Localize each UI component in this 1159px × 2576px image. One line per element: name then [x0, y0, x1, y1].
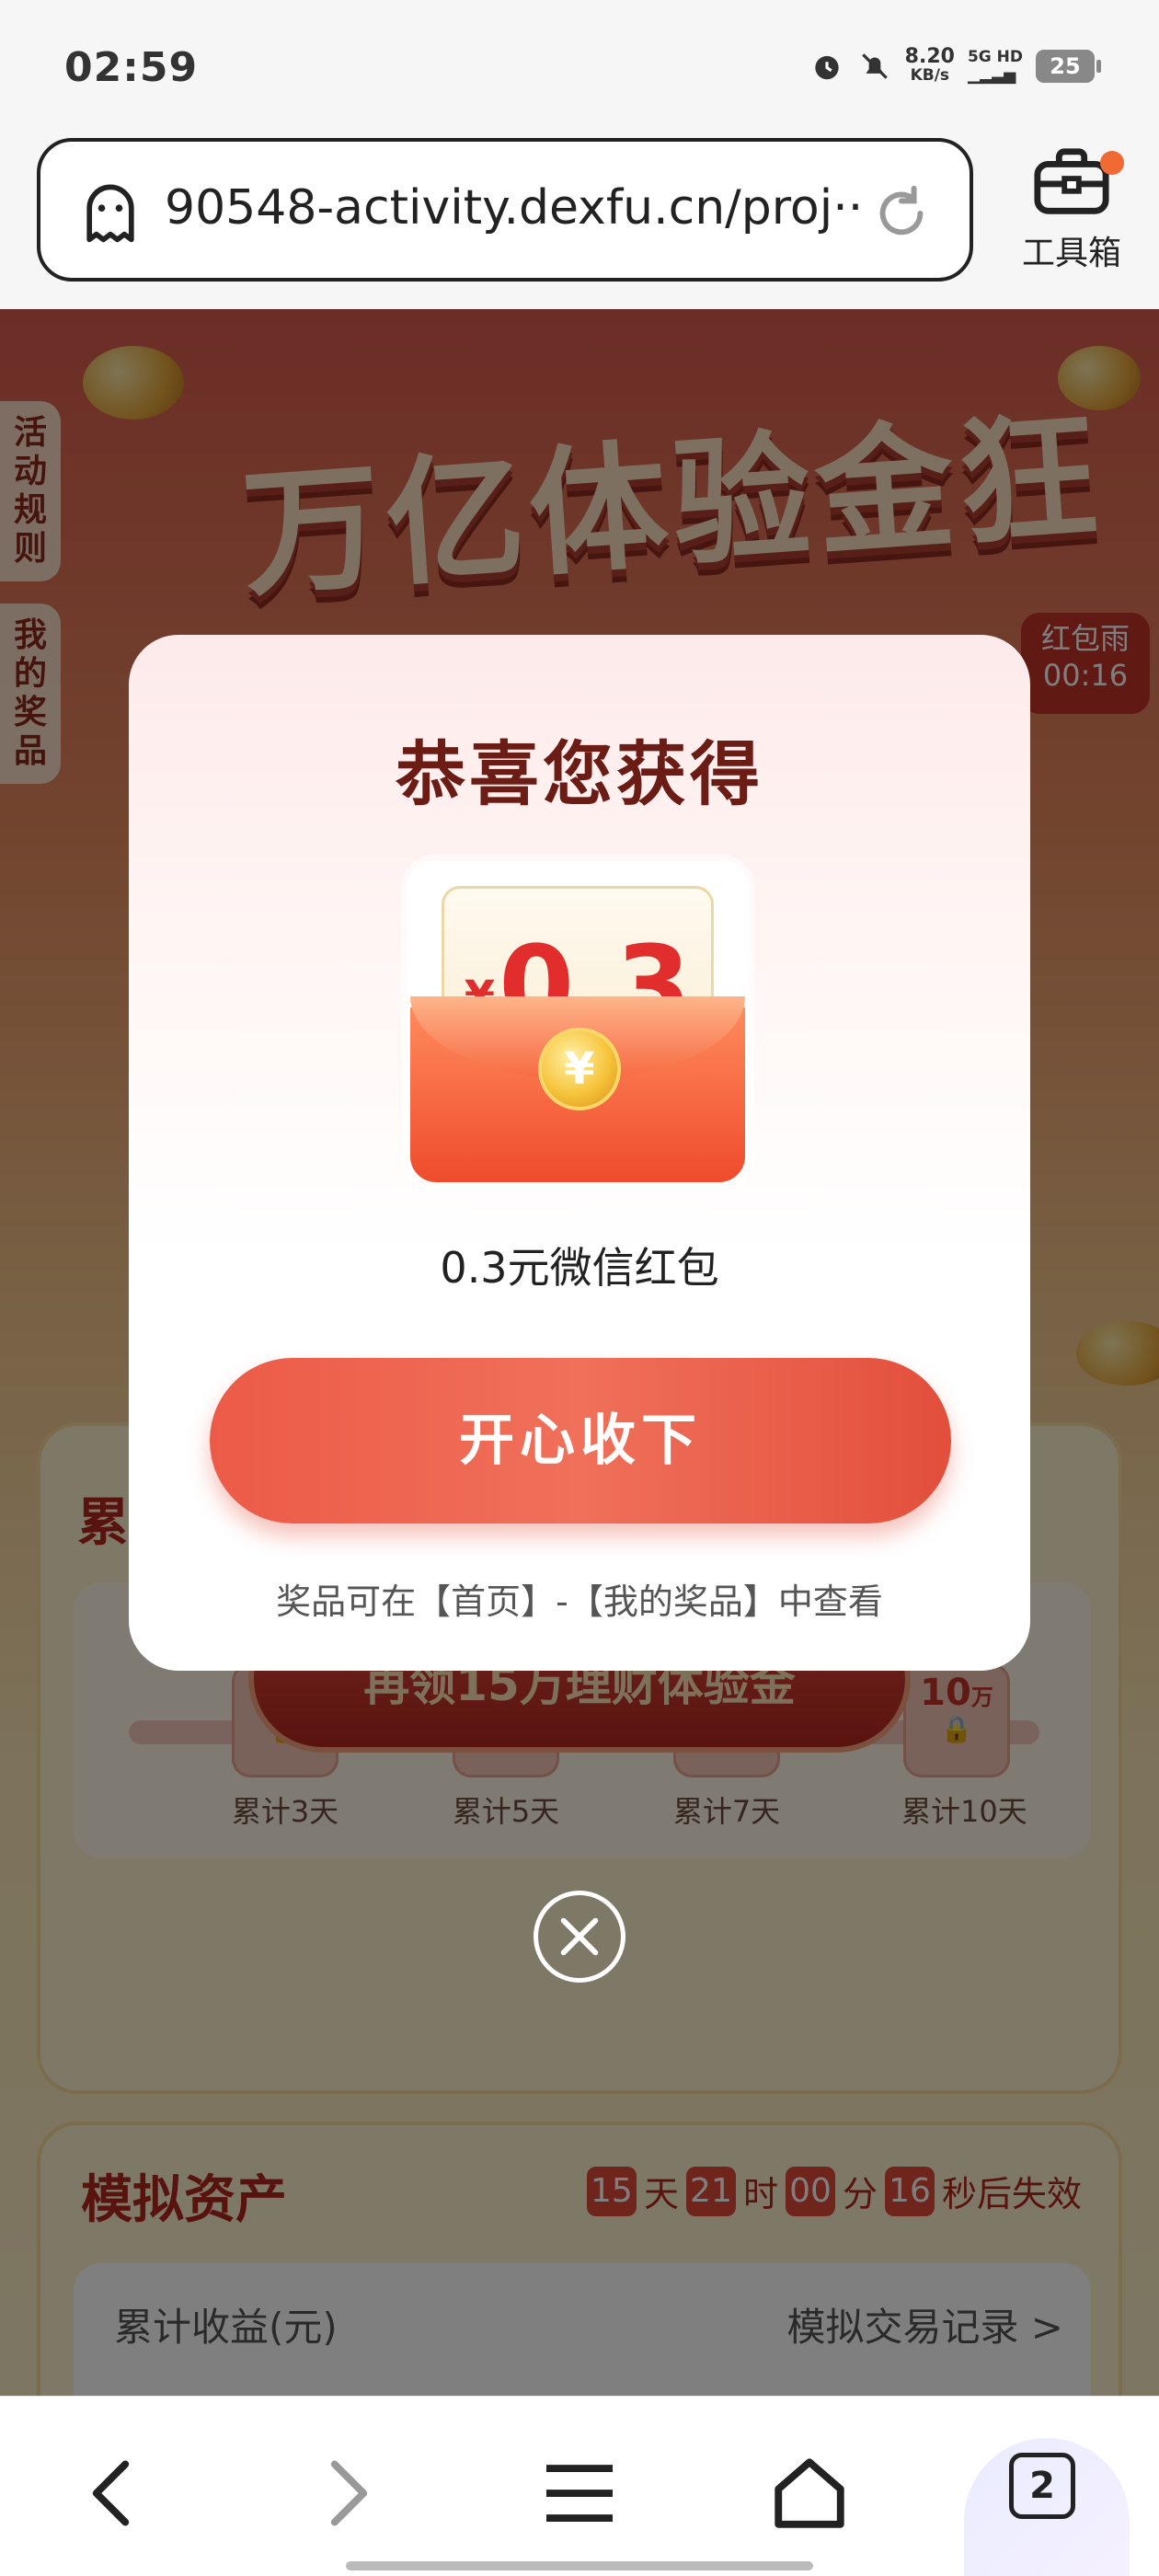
yuan-coin-icon: ¥: [538, 1028, 621, 1110]
browser-toolbar: 90548-activity.dexfu.cn/proj··· 工具箱: [0, 138, 1159, 309]
address-bar[interactable]: 90548-activity.dexfu.cn/proj···: [37, 138, 973, 282]
toolbox-label: 工具箱: [1021, 235, 1121, 272]
accept-button[interactable]: 开心收下: [210, 1358, 951, 1524]
notification-dot: [1100, 151, 1124, 175]
signal-label: 5G HD: [967, 48, 1023, 66]
signal-indicator: 5G HD ▁▂▃▅: [968, 48, 1023, 85]
forward-button[interactable]: [304, 2452, 386, 2535]
net-speed-value: 8.20: [904, 45, 955, 68]
back-arrow-icon: [92, 2460, 130, 2526]
forward-arrow-icon: [330, 2460, 368, 2526]
alarm-icon: [815, 55, 839, 80]
back-button[interactable]: [74, 2452, 156, 2535]
home-icon: [775, 2458, 844, 2528]
toolbox-icon: [1034, 148, 1109, 214]
home-indicator: [346, 2561, 813, 2570]
status-icons: 8.20 KB/s 5G HD ▁▂▃▅ 25: [809, 45, 1101, 86]
prize-modal: 恭喜您获得 ¥0.3 ¥ 0.3元微信红包 开心收下 奖品可在【首页】-【我的奖…: [129, 635, 1030, 1671]
mute-bell-icon: [861, 53, 888, 79]
battery-icon: 25: [1036, 50, 1101, 83]
home-button[interactable]: [768, 2452, 851, 2535]
signal-bars-icon: ▁▂▃▅: [967, 66, 1016, 85]
toolbox-button[interactable]: 工具箱: [1012, 145, 1131, 283]
status-bar: 02:59 8.20 KB/s 5G HD ▁▂▃▅ 25: [0, 0, 1159, 138]
prize-tip: 奖品可在【首页】-【我的奖品】中查看: [276, 1581, 883, 1622]
menu-icon: [546, 2465, 613, 2522]
close-modal-button[interactable]: [534, 1891, 625, 1983]
reload-icon[interactable]: [870, 182, 933, 245]
status-time: 02:59: [64, 44, 199, 91]
tabs-count[interactable]: 2: [1009, 2453, 1075, 2519]
url-text[interactable]: 90548-activity.dexfu.cn/proj···: [165, 180, 864, 236]
red-envelope-image: ¥0.3 ¥: [407, 860, 749, 1187]
prize-name: 0.3元微信红包: [440, 1243, 719, 1293]
close-icon: [560, 1917, 599, 1956]
modal-title: 恭喜您获得: [396, 733, 763, 815]
ghost-icon: [86, 184, 134, 243]
menu-button[interactable]: [538, 2452, 621, 2535]
net-speed-unit: KB/s: [910, 66, 950, 85]
net-speed: 8.20 KB/s: [904, 45, 955, 86]
